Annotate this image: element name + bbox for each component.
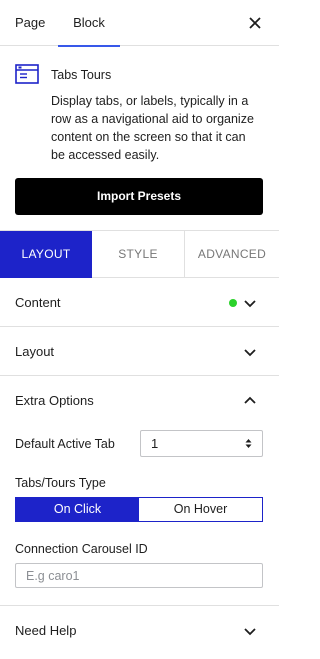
chevron-down-icon [244,628,256,636]
chevron-up-icon [244,396,256,404]
tab-block[interactable]: Block [58,0,120,47]
default-active-tab-value: 1 [151,436,159,451]
default-active-tab-label: Default Active Tab [15,437,115,451]
chevron-down-icon [244,300,256,308]
close-icon [249,17,261,29]
type-option-on-hover[interactable]: On Hover [139,498,262,521]
carousel-id-label: Connection Carousel ID [15,542,148,556]
status-dot [229,299,237,307]
default-active-tab-select[interactable]: 1 [140,430,263,457]
carousel-id-input[interactable] [15,563,263,588]
tabs-block-icon [15,64,39,84]
type-option-on-click[interactable]: On Click [16,498,139,521]
panel-layout-label: Layout [15,344,55,359]
panel-layout[interactable]: Layout [0,327,279,376]
panel-need-help[interactable]: Need Help [0,605,279,654]
subtab-style[interactable]: STYLE [92,231,185,278]
chevron-down-icon [244,349,256,357]
settings-subtabs: LAYOUT STYLE ADVANCED [0,230,279,278]
block-title: Tabs Tours [51,68,112,82]
select-arrows-icon [245,439,252,448]
panel-extra-options-label: Extra Options [15,393,94,408]
panel-content[interactable]: Content [0,278,279,327]
tabs-tours-type-toggle: On Click On Hover [15,497,263,522]
panel-content-label: Content [15,295,61,310]
panel-extra-options[interactable]: Extra Options [0,376,279,425]
panel-need-help-label: Need Help [15,623,77,638]
close-button[interactable] [244,12,266,34]
block-description: Display tabs, or labels, typically in a … [51,94,254,162]
subtab-advanced[interactable]: ADVANCED [185,231,279,278]
sidebar-tabbar: Page Block [0,0,279,47]
subtab-layout[interactable]: LAYOUT [0,231,92,278]
tab-page[interactable]: Page [15,0,45,46]
tabs-tours-type-label: Tabs/Tours Type [15,476,106,490]
import-presets-button[interactable]: Import Presets [15,178,263,215]
